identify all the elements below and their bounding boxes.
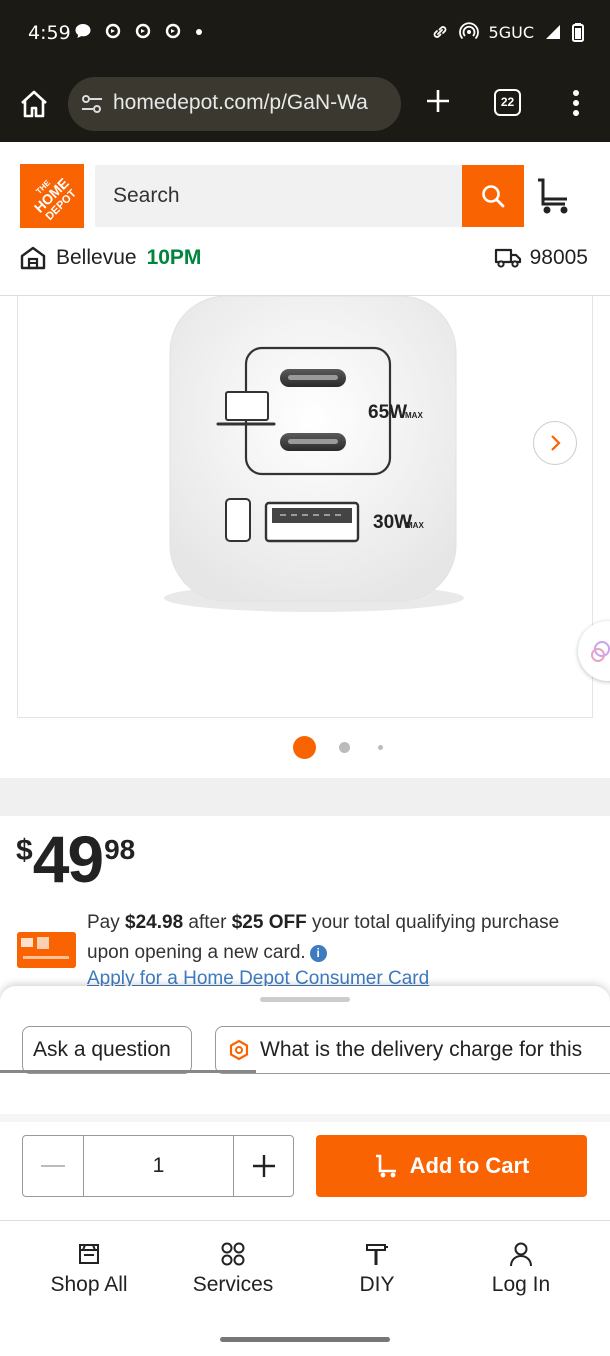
promo-off-amount: $25 OFF: [231, 912, 307, 933]
services-icon: [221, 1242, 245, 1266]
home-icon[interactable]: [16, 86, 52, 122]
gesture-home-indicator[interactable]: [220, 1337, 390, 1342]
search-button[interactable]: [462, 165, 524, 227]
message-icon: [75, 24, 91, 38]
search-field[interactable]: [95, 165, 462, 227]
tab-switcher-button[interactable]: 22: [494, 89, 521, 116]
delivery-charge-chip[interactable]: What is the delivery charge for this: [215, 1026, 610, 1074]
chips-scrollbar[interactable]: [0, 1070, 256, 1073]
more-notifications-dot-icon: [196, 29, 202, 35]
search-input[interactable]: [95, 165, 462, 227]
signal-icon: [546, 25, 560, 39]
diy-icon: [366, 1244, 388, 1265]
port-label-65w: 65W: [368, 402, 407, 423]
credit-promo: Pay $24.98 after $25 OFF your total qual…: [87, 908, 597, 968]
home-depot-logo[interactable]: THE HOME DEPOT: [20, 164, 84, 228]
site-settings-icon[interactable]: [80, 92, 104, 116]
credit-card-image: [17, 932, 76, 968]
chevron-right-icon: [551, 435, 561, 451]
status-time: 4:59: [28, 22, 71, 44]
quantity-value[interactable]: 1: [84, 1136, 233, 1196]
next-image-button[interactable]: [533, 421, 577, 465]
nav-diy-label: DIY: [359, 1273, 395, 1296]
product-gallery: 65W MAX 30W MAX: [0, 296, 610, 778]
section-divider: [0, 1114, 610, 1122]
nav-shop-all-label: Shop All: [50, 1273, 128, 1296]
bottom-navigation: Shop All Services DIY Log In: [0, 1220, 610, 1356]
nav-log-in[interactable]: Log In: [456, 1241, 586, 1297]
promo-pay-amount: $24.98: [125, 912, 184, 933]
carousel-indicator: [0, 736, 610, 760]
network-type: 5GUC: [488, 22, 534, 42]
battery-icon: [572, 23, 584, 42]
quantity-stepper: 1: [22, 1135, 294, 1197]
search-icon: [482, 185, 505, 208]
nav-services-label: Services: [192, 1273, 274, 1296]
more-options-icon[interactable]: [568, 88, 584, 118]
cart-icon: [375, 1154, 396, 1178]
info-icon[interactable]: i: [309, 945, 327, 962]
cart-icon[interactable]: [535, 177, 575, 217]
logo-mark: THE HOME DEPOT: [20, 164, 84, 228]
carousel-dot[interactable]: [339, 742, 350, 753]
app-notification-icon: [165, 23, 181, 39]
card-graphic: [17, 932, 76, 968]
port-label-65w-sub: MAX: [405, 411, 423, 420]
minus-icon: [41, 1165, 65, 1167]
delivery-charge-label: What is the delivery charge for this: [260, 1038, 583, 1061]
store-selector[interactable]: Bellevue 10PM: [20, 246, 201, 270]
system-icons: 5GUC: [431, 22, 584, 42]
product-price: $ 49 98: [16, 826, 135, 892]
zip-code: 98005: [529, 246, 588, 269]
store-icon: [20, 246, 46, 270]
url-text: homedepot.com/p/GaN-Wa: [113, 91, 368, 114]
store-name: Bellevue: [56, 246, 137, 269]
link-icon: [433, 26, 446, 38]
nav-services[interactable]: Services: [168, 1241, 298, 1297]
new-tab-icon[interactable]: [423, 86, 453, 116]
site-header: THE HOME DEPOT Bellevue 10PM 98005: [0, 142, 610, 296]
increase-quantity-button[interactable]: [233, 1136, 293, 1196]
status-bar: 4:59 5GUC: [0, 0, 610, 66]
ask-question-chip[interactable]: Ask a question: [22, 1026, 192, 1074]
shop-all-icon: [79, 1244, 99, 1264]
notification-icons: [74, 22, 204, 40]
nav-diy[interactable]: DIY: [312, 1241, 442, 1297]
assistant-icon: [591, 641, 610, 662]
carousel-dot[interactable]: [378, 745, 383, 750]
delivery-truck-icon: [494, 248, 521, 268]
app-notification-icon: [135, 23, 151, 39]
promo-after: after: [183, 912, 232, 933]
promo-prefix: Pay: [87, 912, 126, 933]
carousel-dot[interactable]: [293, 736, 316, 759]
ask-question-label: Ask a question: [33, 1038, 171, 1061]
price-currency: $: [16, 834, 33, 867]
question-chips-sheet: Ask a question What is the delivery char…: [0, 986, 610, 1114]
ai-hexagon-icon: [229, 1039, 249, 1061]
nav-log-in-label: Log In: [491, 1273, 551, 1296]
plus-icon: [252, 1155, 275, 1177]
user-icon: [510, 1242, 532, 1267]
add-to-cart-button[interactable]: Add to Cart: [316, 1135, 587, 1197]
hotspot-icon: [458, 22, 479, 40]
sheet-drag-handle[interactable]: [260, 997, 350, 1002]
assistant-bubble[interactable]: [578, 621, 610, 681]
product-image[interactable]: 65W MAX 30W MAX: [17, 296, 593, 718]
nav-shop-all[interactable]: Shop All: [24, 1241, 154, 1297]
address-bar[interactable]: homedepot.com/p/GaN-Wa: [68, 77, 401, 131]
store-hours: 10PM: [146, 246, 202, 269]
price-cents: 98: [104, 834, 136, 865]
charger-illustration: 65W MAX 30W MAX: [164, 296, 464, 612]
section-divider: [0, 778, 610, 816]
app-notification-icon: [105, 23, 121, 39]
decrease-quantity-button[interactable]: [23, 1136, 84, 1196]
browser-toolbar: homedepot.com/p/GaN-Wa 22: [0, 66, 610, 142]
port-label-30w-sub: MAX: [406, 521, 424, 530]
price-dollars: 49: [32, 822, 104, 896]
add-to-cart-label: Add to Cart: [409, 1153, 530, 1178]
delivery-zip-selector[interactable]: 98005: [494, 246, 588, 270]
